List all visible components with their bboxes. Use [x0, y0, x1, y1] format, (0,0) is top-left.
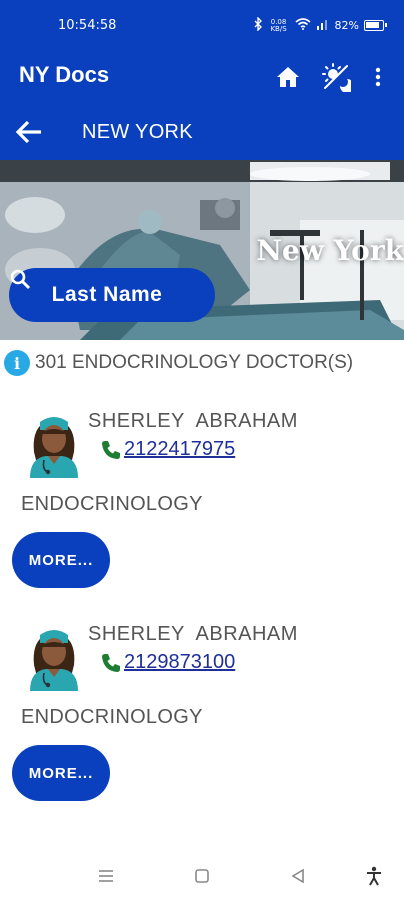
- phone-icon: [102, 653, 120, 672]
- doctor-avatar-icon: [30, 417, 78, 478]
- phone-number-link[interactable]: 2122417975: [124, 438, 235, 461]
- info-icon: i: [4, 350, 30, 376]
- search-button-label: Last Name: [51, 283, 163, 306]
- more-button[interactable]: MORE...: [12, 532, 110, 588]
- hero-city-label: New York: [256, 234, 404, 267]
- phone-row[interactable]: 2122417975: [100, 438, 235, 461]
- location-title: NEW YORK: [82, 121, 193, 143]
- phone-row[interactable]: 2129873100: [100, 651, 235, 674]
- accessibility-button[interactable]: [362, 864, 386, 888]
- system-nav-bar: [0, 852, 404, 900]
- phone-icon: [102, 440, 120, 459]
- doctor-name: SHERLEY ABRAHAM: [88, 410, 298, 432]
- doctor-card: SHERLEY ABRAHAM 2122417975 ENDOCRINOLOGY…: [0, 400, 404, 600]
- recent-apps-button[interactable]: [94, 864, 118, 888]
- doctor-name: SHERLEY ABRAHAM: [88, 623, 298, 645]
- home-icon: [277, 67, 299, 87]
- phone-number-link[interactable]: 2129873100: [124, 651, 235, 674]
- doctor-card: SHERLEY ABRAHAM 2129873100 ENDOCRINOLOGY…: [0, 613, 404, 813]
- battery-icon: [364, 20, 387, 31]
- back-nav-button[interactable]: [286, 864, 310, 888]
- accessibility-icon: [367, 866, 381, 886]
- square-icon: [195, 869, 209, 883]
- theme-toggle-button[interactable]: [318, 59, 354, 95]
- search-icon: [10, 269, 31, 290]
- result-count-row: i 301 ENDOCRINOLOGY DOCTOR(S): [4, 350, 353, 376]
- doctor-specialty: ENDOCRINOLOGY: [21, 706, 203, 728]
- theme-toggle-icon: [322, 63, 351, 92]
- last-name-search-button[interactable]: Last Name: [9, 268, 215, 322]
- back-arrow-icon: [15, 120, 41, 144]
- wifi-icon: [295, 18, 311, 33]
- bluetooth-icon: [254, 16, 263, 34]
- doctor-specialty: ENDOCRINOLOGY: [21, 493, 203, 515]
- app-title: NY Docs: [19, 62, 110, 87]
- home-button[interactable]: [270, 59, 306, 95]
- location-bar: NEW YORK: [0, 102, 404, 160]
- battery-level: 82%: [334, 19, 359, 32]
- app-bar: NY Docs: [0, 52, 404, 102]
- result-count: 301 ENDOCRINOLOGY DOCTOR(S): [35, 352, 354, 373]
- status-bar: 10:54:58 0.08 KB/S 82%: [0, 0, 404, 52]
- overflow-menu-button[interactable]: [366, 59, 390, 95]
- more-button[interactable]: MORE...: [12, 745, 110, 801]
- status-time: 10:54:58: [58, 18, 117, 33]
- signal-icon: [316, 18, 330, 33]
- status-icons: 0.08 KB/S 82%: [254, 16, 387, 34]
- triangle-back-icon: [291, 868, 304, 884]
- hero-banner: New York Last Name: [0, 160, 404, 340]
- doctor-avatar-icon: [30, 630, 78, 691]
- overflow-menu-icon: [375, 67, 381, 87]
- app-actions: [258, 59, 390, 95]
- net-speed: 0.08 KB/S: [270, 17, 287, 33]
- back-button[interactable]: [12, 115, 46, 149]
- menu-lines-icon: [99, 870, 113, 882]
- home-nav-button[interactable]: [190, 864, 214, 888]
